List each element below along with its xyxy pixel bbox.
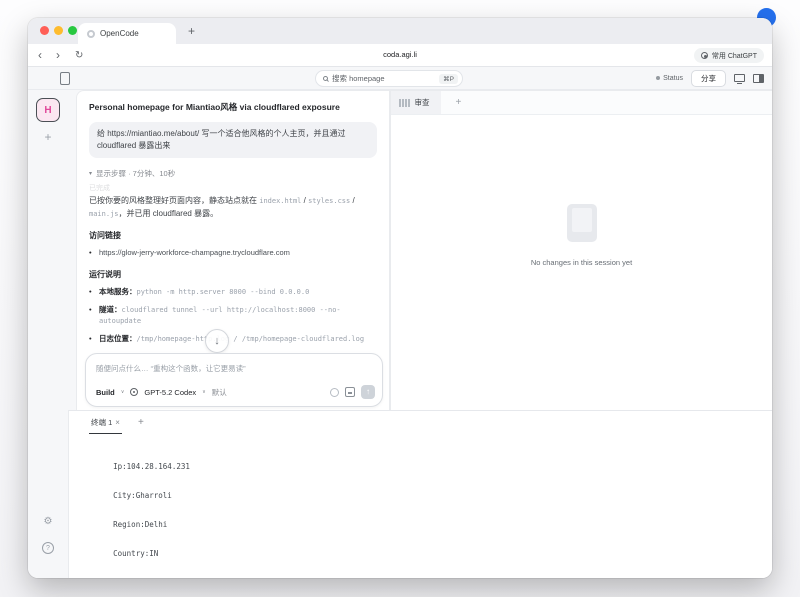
run-item-logs: • 日志位置：/tmp/homepage-http.log / /tmp/hom…	[89, 334, 377, 345]
browser-tab-opencode[interactable]: OpenCode	[78, 23, 176, 44]
search-shortcut-badge: ⌘P	[439, 74, 458, 84]
bullet-icon: •	[89, 248, 99, 259]
terminal-line: Loc:28.6167,77.3321	[77, 577, 764, 578]
terminal-output[interactable]: Ip:104.28.164.231 City:Gharroli Region:D…	[77, 443, 764, 578]
access-link-item: • https://glow-jerry-workforce-champagne…	[89, 248, 377, 259]
chatgpt-logo-icon	[701, 52, 708, 59]
chevron-down-icon: ∨	[202, 389, 206, 395]
zoom-window-button[interactable]	[68, 26, 77, 35]
terminal-tab-label: 终端 1	[91, 417, 112, 428]
new-terminal-button[interactable]: +	[138, 417, 144, 428]
status-dot-icon	[656, 76, 660, 80]
access-heading: 访问链接	[89, 230, 377, 241]
summary-text: 已按你要的风格整理好页面内容，静态站点就在	[89, 196, 259, 205]
bullet-icon: •	[89, 287, 99, 298]
chat-scroll-area[interactable]: Personal homepage for Miantiao风格 via clo…	[77, 91, 389, 350]
review-empty-state: No changes in this session yet	[391, 115, 772, 410]
sidebar-toggle-icon[interactable]	[60, 72, 70, 85]
status-label: Status	[663, 75, 683, 82]
user-message: 给 https://miantiao.me/about/ 写一个适合他风格的个人…	[89, 122, 377, 158]
mode-selector[interactable]: Build	[96, 388, 115, 397]
left-rail: H + ⚙ ?	[28, 90, 68, 578]
browser-toolbar: ‹ › ↻ coda.agi.li 常用 ChatGPT	[28, 44, 772, 67]
review-panel: 审查 + No changes in this session yet	[390, 90, 772, 410]
scroll-to-bottom-button[interactable]: ↓	[205, 329, 229, 353]
terminal-tabbar: 终端 1 × +	[69, 411, 772, 434]
empty-state-text: No changes in this session yet	[531, 258, 632, 267]
empty-file-icon	[567, 204, 597, 242]
tab-review[interactable]: 审查	[391, 91, 441, 114]
run-item-local: • 本地服务：python -m http.server 8000 --bind…	[89, 287, 377, 298]
help-icon[interactable]: ?	[42, 542, 54, 554]
composer: 随便问点什么… “重构这个函数，让它更易读” Build ∨ GPT-5.2 C…	[85, 353, 383, 407]
tab-title: OpenCode	[100, 29, 139, 38]
inline-code: main.js	[89, 210, 119, 218]
inline-code: index.html	[259, 197, 301, 205]
chatgpt-profile-button[interactable]: 常用 ChatGPT	[694, 48, 764, 63]
add-panel-tab-button[interactable]: +	[456, 97, 462, 108]
run-item-code: cloudflared tunnel --url http://localhos…	[99, 306, 341, 325]
run-item-tunnel: • 隧道：cloudflared tunnel --url http://loc…	[89, 305, 377, 326]
chevron-down-icon: ∨	[121, 389, 125, 395]
settings-gear-icon[interactable]: ⚙	[28, 516, 68, 527]
session-title: Personal homepage for Miantiao风格 via clo…	[89, 101, 377, 113]
send-button[interactable]: ↑	[361, 385, 375, 399]
openai-logo-icon	[130, 388, 138, 396]
run-item-label: 隧道：	[99, 305, 122, 314]
close-icon[interactable]: ×	[115, 418, 120, 427]
search-placeholder: 搜索 homepage	[332, 73, 435, 84]
chat-panel: Personal homepage for Miantiao风格 via clo…	[76, 90, 390, 410]
search-input[interactable]: 搜索 homepage ⌘P	[315, 70, 463, 87]
close-window-button[interactable]	[40, 26, 49, 35]
project-avatar[interactable]: H	[36, 98, 60, 122]
browser-tabstrip: OpenCode +	[28, 18, 772, 44]
chevron-down-icon: ▾	[89, 170, 92, 177]
summary-text: /	[350, 196, 354, 205]
show-steps-toggle[interactable]: ▾ 显示步骤 · 7分钟、10秒	[89, 168, 377, 179]
review-tabbar: 审查 +	[391, 91, 772, 115]
tab-terminal-1[interactable]: 终端 1 ×	[89, 411, 122, 434]
terminal-line: City:Gharroli	[77, 491, 764, 501]
new-project-button[interactable]: +	[28, 130, 68, 144]
layout-panel-icon[interactable]	[753, 74, 764, 83]
status-indicator[interactable]: Status	[656, 75, 683, 82]
search-icon	[323, 76, 328, 81]
tunnel-link[interactable]: https://glow-jerry-workforce-champagne.t…	[99, 248, 290, 259]
attach-image-icon[interactable]	[345, 387, 355, 397]
assistant-summary: 已按你要的风格整理好页面内容，静态站点就在 index.html / style…	[89, 195, 377, 220]
opencode-favicon-icon	[87, 30, 95, 38]
new-tab-button[interactable]: +	[188, 22, 195, 40]
address-bar[interactable]: coda.agi.li	[28, 44, 772, 66]
columns-icon	[399, 99, 410, 107]
model-selector[interactable]: GPT-5.2 Codex	[144, 388, 196, 397]
chatgpt-profile-label: 常用 ChatGPT	[712, 51, 757, 61]
run-heading: 运行说明	[89, 269, 377, 280]
terminal-line: Country:IN	[77, 549, 764, 559]
share-button[interactable]: 分享	[691, 70, 726, 87]
run-item-label: 日志位置：	[99, 334, 137, 343]
steps-label: 显示步骤 · 7分钟、10秒	[96, 168, 175, 179]
inline-code: styles.css	[308, 197, 350, 205]
device-preview-icon[interactable]	[734, 74, 745, 82]
run-item-code: python -m http.server 8000 --bind 0.0.0.…	[137, 288, 310, 296]
review-tab-label: 审查	[415, 97, 430, 108]
bullet-icon: •	[89, 305, 99, 326]
terminal-line: Ip:104.28.164.231	[77, 462, 764, 472]
project-initial: H	[44, 105, 51, 116]
terminal-panel: 终端 1 × + Ip:104.28.164.231 City:Gharroli…	[68, 410, 772, 578]
run-item-label: 本地服务：	[99, 287, 137, 296]
app-toolbar: 搜索 homepage ⌘P Status 分享	[28, 67, 772, 90]
summary-text: ，并已用 cloudflared 暴露。	[119, 209, 219, 218]
minimize-window-button[interactable]	[54, 26, 63, 35]
voice-circle-icon[interactable]	[330, 388, 339, 397]
terminal-line: Region:Delhi	[77, 520, 764, 530]
run-item-code: /tmp/homepage-http.log / /tmp/homepage-c…	[137, 335, 365, 343]
bullet-icon: •	[89, 334, 99, 345]
model-variant-selector[interactable]: 默认	[212, 387, 227, 398]
composer-input[interactable]: 随便问点什么… “重构这个函数，让它更易读”	[86, 354, 382, 374]
browser-window: OpenCode + ‹ › ↻ coda.agi.li 常用 ChatGPT …	[28, 18, 772, 578]
faded-step-fragment: 已完成	[89, 183, 377, 191]
